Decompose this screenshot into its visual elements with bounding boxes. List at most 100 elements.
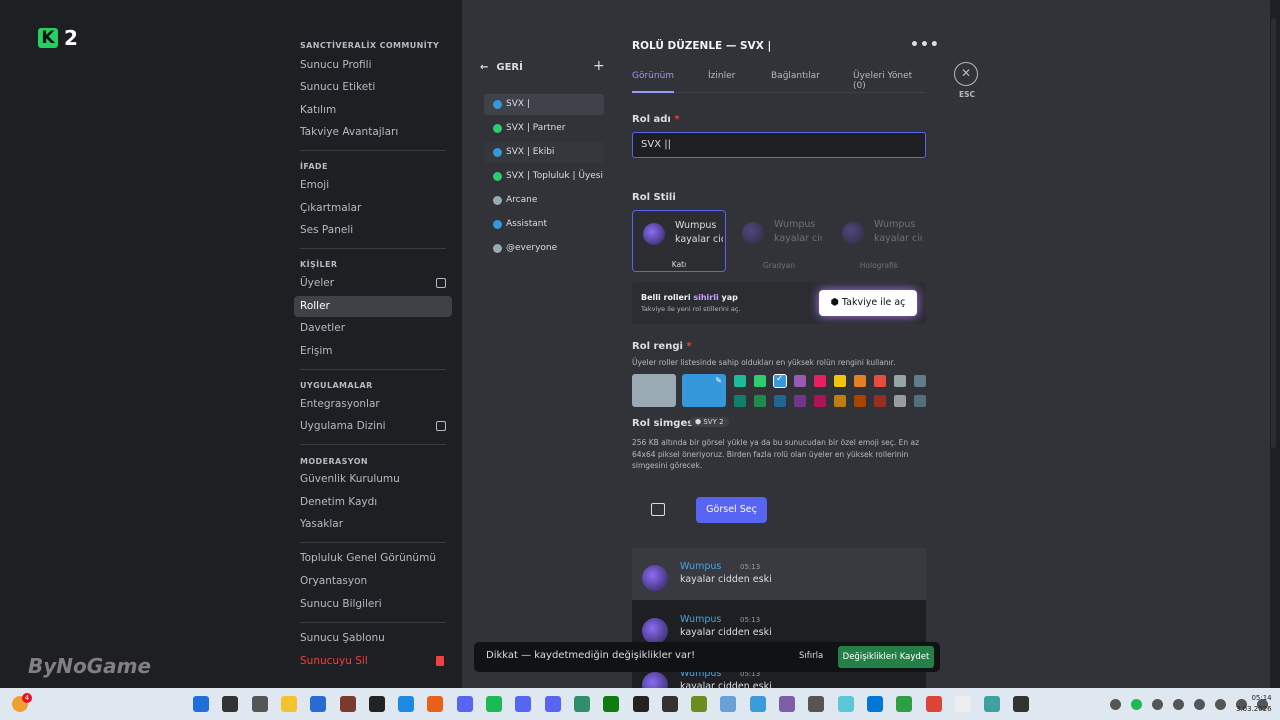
file-explorer-icon[interactable]: [280, 696, 297, 712]
tab-manage-members[interactable]: Üyeleri Yönet (0): [853, 71, 926, 93]
nav-item-boost-perks[interactable]: Takviye Avantajları: [294, 122, 452, 143]
tab-links[interactable]: Bağlantılar: [771, 71, 820, 93]
style-option-holographic[interactable]: Wumpus kayalar cidd Holografik: [832, 210, 926, 272]
vscode-icon[interactable]: [866, 696, 883, 712]
color-swatch[interactable]: [894, 375, 906, 387]
role-item[interactable]: SVX | Partner: [484, 118, 604, 139]
color-swatch[interactable]: [914, 395, 926, 407]
color-swatch[interactable]: [734, 375, 746, 387]
minecraft-icon[interactable]: [691, 696, 708, 712]
image-add-icon[interactable]: [651, 503, 665, 516]
tab-permissions[interactable]: İzinler: [708, 71, 735, 93]
discord-icon[interactable]: [515, 696, 532, 712]
nav-item-server-tag[interactable]: Sunucu Etiketi: [294, 77, 452, 98]
spotify-tray-icon[interactable]: [1131, 699, 1142, 710]
app-icon[interactable]: [339, 696, 356, 712]
app-icon[interactable]: [573, 696, 590, 712]
edge-icon[interactable]: [398, 696, 415, 712]
color-swatch[interactable]: [774, 395, 786, 407]
color-swatch[interactable]: [874, 375, 886, 387]
discord-icon[interactable]: [456, 696, 473, 712]
default-color-swatch[interactable]: [632, 374, 676, 407]
role-item[interactable]: SVX | Ekibi: [484, 142, 604, 163]
terminal-icon[interactable]: [368, 696, 385, 712]
color-swatch[interactable]: [874, 395, 886, 407]
color-swatch[interactable]: [734, 395, 746, 407]
tray-app-icon[interactable]: [1173, 699, 1184, 710]
microphone-icon[interactable]: [1194, 699, 1205, 710]
nav-item-members[interactable]: Üyeler: [294, 273, 452, 294]
add-role-button[interactable]: +: [593, 58, 605, 74]
app-icon[interactable]: [1013, 696, 1030, 712]
search-icon[interactable]: [222, 696, 239, 712]
close-icon[interactable]: ✕: [954, 62, 978, 86]
tray-app-icon[interactable]: [1152, 699, 1163, 710]
color-swatch[interactable]: [914, 375, 926, 387]
boost-unlock-button[interactable]: ⬢ Takviye ile aç: [819, 290, 917, 316]
nav-item-invites[interactable]: Davetler: [294, 318, 452, 339]
color-swatch[interactable]: [814, 395, 826, 407]
nav-item-audit-log[interactable]: Denetim Kaydı: [294, 492, 452, 513]
app-icon[interactable]: [310, 696, 327, 712]
windows-start-icon[interactable]: [193, 696, 209, 712]
obs-icon[interactable]: [661, 696, 678, 712]
more-options-icon[interactable]: •••: [910, 37, 940, 53]
back-button[interactable]: ← GERİ: [480, 62, 523, 73]
nav-item-onboarding-guide[interactable]: Oryantasyon: [294, 571, 452, 592]
nav-item-access[interactable]: Erişim: [294, 341, 452, 362]
app-icon[interactable]: [632, 696, 649, 712]
reset-button[interactable]: Sıfırla: [799, 651, 823, 661]
role-item[interactable]: SVX | Topluluk | Üyesi: [484, 166, 604, 187]
color-swatch[interactable]: [814, 375, 826, 387]
firefox-icon[interactable]: [427, 696, 444, 712]
app-icon[interactable]: [779, 696, 795, 712]
nav-item-server-template[interactable]: Sunucu Şablonu: [294, 628, 452, 649]
color-swatch[interactable]: [794, 395, 806, 407]
nav-item-onboarding[interactable]: Katılım: [294, 100, 452, 121]
role-name-input[interactable]: SVX ||: [632, 132, 926, 158]
nav-item-server-info[interactable]: Sunucu Bilgileri: [294, 594, 452, 615]
notepad-icon[interactable]: [954, 696, 971, 712]
taskbar-clock[interactable]: 05:14 3.03.2026: [1236, 693, 1272, 715]
color-swatch[interactable]: [754, 395, 766, 407]
role-item[interactable]: Assistant: [484, 214, 604, 235]
chrome-icon[interactable]: [925, 696, 942, 712]
style-option-solid[interactable]: Wumpus kayalar cidd Katı: [632, 210, 726, 272]
app-icon[interactable]: [896, 696, 913, 712]
settings-icon[interactable]: [808, 696, 825, 712]
color-swatch[interactable]: [834, 375, 846, 387]
nav-item-delete-server[interactable]: Sunucuyu Sil: [294, 651, 452, 672]
color-swatch[interactable]: [894, 395, 906, 407]
nav-item-soundboard[interactable]: Ses Paneli: [294, 220, 452, 241]
scrollbar[interactable]: [1271, 18, 1276, 448]
style-option-gradient[interactable]: Wumpus kayalar cidd Gradyan: [732, 210, 826, 272]
app-icon[interactable]: [837, 696, 854, 712]
color-swatch[interactable]: [854, 395, 866, 407]
save-changes-button[interactable]: Değişiklikleri Kaydet: [838, 646, 934, 668]
xbox-icon[interactable]: [603, 696, 620, 712]
task-view-icon[interactable]: [251, 696, 268, 712]
role-item[interactable]: SVX |: [484, 94, 604, 115]
nav-item-app-directory[interactable]: Uygulama Dizini: [294, 416, 452, 437]
nav-item-stickers[interactable]: Çıkartmalar: [294, 198, 452, 219]
discord-icon[interactable]: [544, 696, 561, 712]
nav-item-roles[interactable]: Roller: [294, 296, 452, 317]
spotify-icon[interactable]: [486, 696, 502, 712]
volume-icon[interactable]: [1215, 699, 1226, 710]
color-swatch[interactable]: [794, 375, 806, 387]
nav-item-integrations[interactable]: Entegrasyonlar: [294, 394, 452, 415]
color-swatch[interactable]: ✓: [773, 374, 787, 388]
app-icon[interactable]: [720, 696, 737, 712]
nav-item-emoji[interactable]: Emoji: [294, 175, 452, 196]
nav-item-bans[interactable]: Yasaklar: [294, 514, 452, 535]
role-item[interactable]: Arcane: [484, 190, 604, 211]
color-swatch[interactable]: [834, 395, 846, 407]
app-icon[interactable]: [984, 696, 1001, 712]
color-swatch[interactable]: [754, 375, 766, 387]
role-item[interactable]: @everyone: [484, 238, 604, 259]
nav-item-safety-setup[interactable]: Güvenlik Kurulumu: [294, 469, 452, 490]
color-swatch[interactable]: [854, 375, 866, 387]
chevron-up-icon[interactable]: [1110, 699, 1121, 710]
app-icon[interactable]: [749, 696, 766, 712]
choose-image-button[interactable]: Görsel Seç: [696, 497, 767, 523]
